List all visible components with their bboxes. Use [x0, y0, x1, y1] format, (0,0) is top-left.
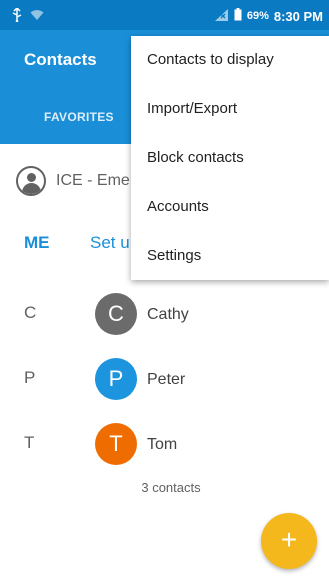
contact-name: Cathy [147, 306, 189, 323]
no-signal-icon [214, 8, 229, 24]
section-letter: T [24, 433, 35, 452]
menu-item-import-export[interactable]: Import/Export [131, 84, 329, 133]
menu-item-accounts[interactable]: Accounts [131, 182, 329, 231]
overflow-menu: Contacts to display Import/Export Block … [131, 36, 329, 280]
battery-icon [234, 8, 242, 24]
section-letter: P [24, 368, 36, 387]
set-up-profile-link[interactable]: Set u [90, 233, 130, 253]
contact-name: Tom [147, 436, 178, 453]
usb-icon [12, 6, 22, 27]
wifi-icon [30, 8, 44, 27]
avatar: C [95, 293, 137, 335]
menu-item-block-contacts[interactable]: Block contacts [131, 133, 329, 182]
menu-item-settings[interactable]: Settings [131, 231, 329, 280]
contact-count: 3 contacts [141, 480, 201, 495]
contact-list: C C Cathy P P Peter T T Tom [0, 283, 329, 478]
status-bar: 69% 8:30 PM [0, 0, 329, 30]
contact-row-peter[interactable]: P P Peter [0, 348, 329, 413]
battery-percent: 69% [246, 10, 269, 22]
avatar: P [95, 358, 137, 400]
ice-contact-icon [16, 166, 46, 196]
page-title: Contacts [24, 50, 97, 69]
tab-favorites[interactable]: FAVORITES [44, 110, 114, 124]
clock: 8:30 PM [273, 8, 323, 24]
contact-name: Peter [147, 371, 186, 388]
contact-row-tom[interactable]: T T Tom [0, 413, 329, 478]
ice-label: ICE - Eme [56, 172, 130, 189]
menu-item-contacts-to-display[interactable]: Contacts to display [131, 35, 329, 84]
add-contact-button[interactable]: + [261, 513, 317, 569]
me-label: ME [24, 233, 50, 252]
section-letter: C [24, 303, 37, 322]
avatar: T [95, 423, 137, 465]
contact-row-cathy[interactable]: C C Cathy [0, 283, 329, 348]
